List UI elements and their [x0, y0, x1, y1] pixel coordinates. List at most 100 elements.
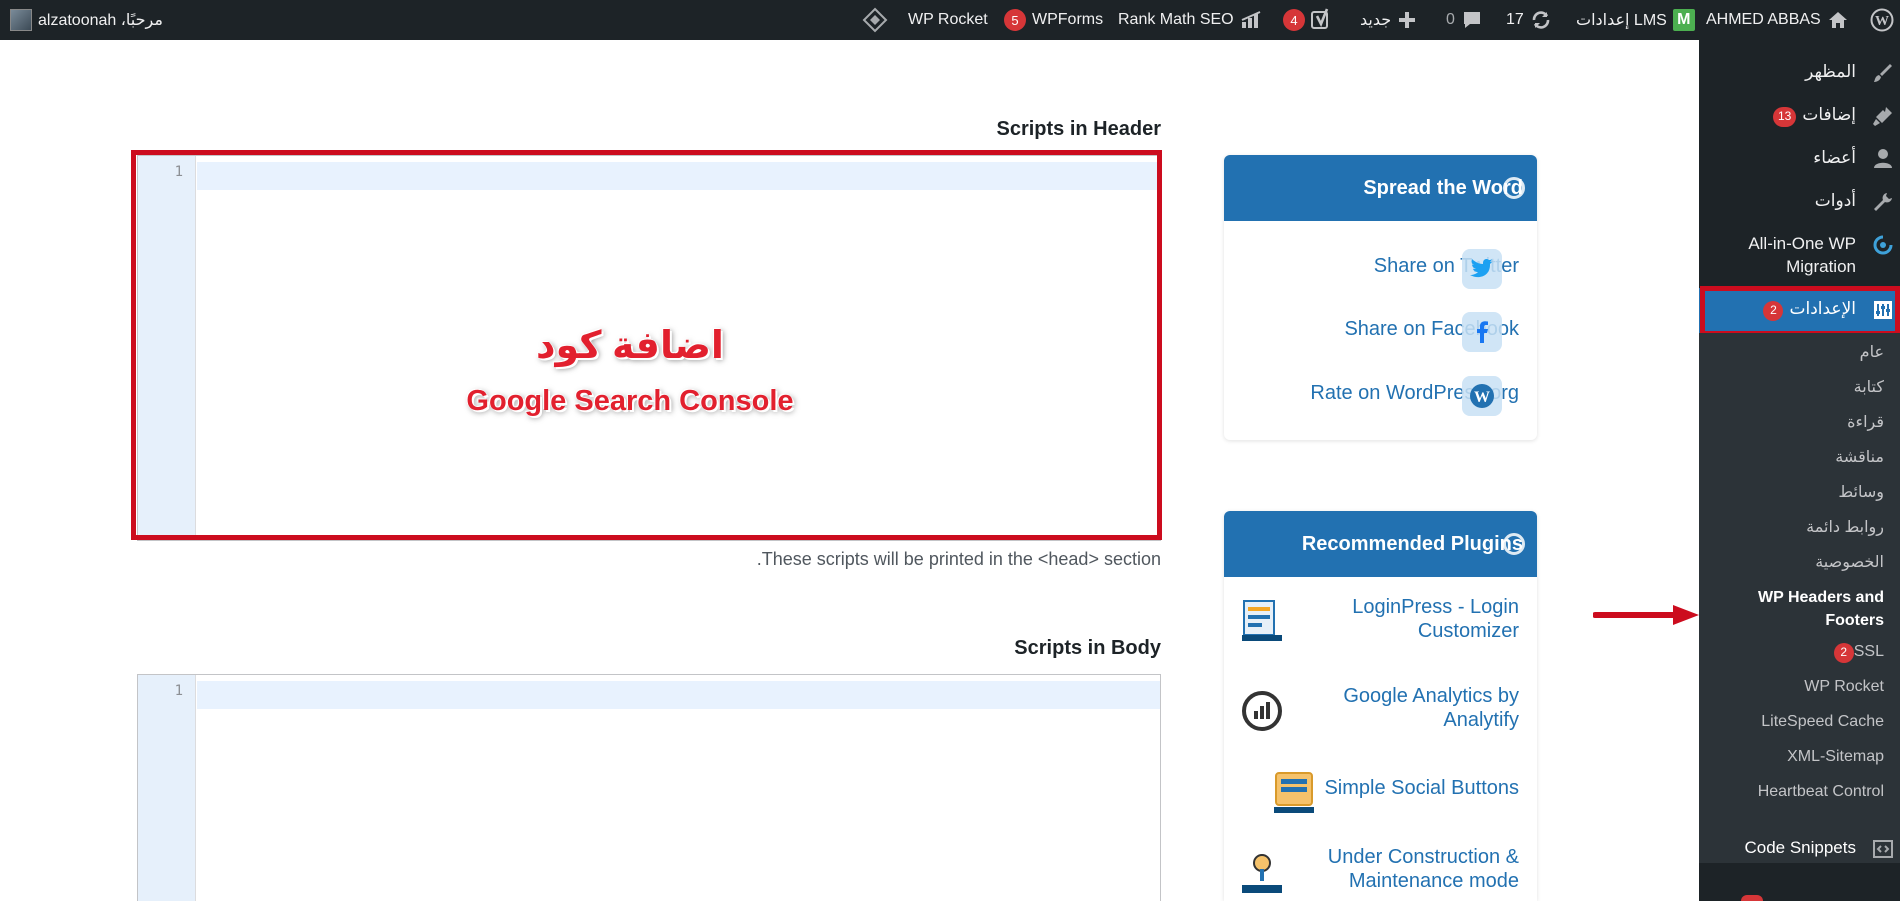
line-number: 1 — [174, 683, 183, 699]
sidebar-item-label: أعضاء — [1813, 148, 1856, 167]
migration-icon — [1866, 232, 1900, 256]
yoast-menu[interactable]: 4 — [1283, 0, 1331, 40]
main-content: Scripts in Header 1 اضافة كود Google Sea… — [0, 40, 1699, 901]
wprocket-label: WP Rocket — [908, 11, 988, 28]
ssl-count-badge: 2 — [1833, 642, 1854, 663]
lms-settings-label: إعدادات LMS — [1576, 12, 1667, 29]
recommended-box-header: Recommended Plugins — [1224, 511, 1537, 577]
sidebar-item-label: أدوات — [1814, 191, 1856, 210]
recommended-box-title: Recommended Plugins — [1301, 532, 1523, 555]
social-buttons-logo-icon — [1272, 771, 1316, 815]
rankmath-icon — [1241, 11, 1261, 28]
rankmath-menu[interactable]: Rank Math SEO — [1118, 0, 1266, 40]
sidebar-next-item-partial — [1699, 893, 1900, 901]
wordpress-logo-icon[interactable]: W — [1870, 0, 1894, 40]
paintbrush-icon — [1866, 60, 1900, 84]
body-scripts-editor[interactable]: 1 — [137, 674, 1161, 901]
ssl-label: SSL — [1853, 643, 1884, 660]
admin-bar: W AHMED ABBAS إعدادات LMS M 17 0 جديد 4 … — [0, 0, 1900, 40]
new-content-link[interactable]: جديد — [1360, 0, 1417, 40]
wpforms-label: WPForms — [1032, 11, 1104, 28]
body-editor-gutter: 1 — [138, 675, 196, 901]
yoast-count-badge: 4 — [1283, 9, 1305, 31]
svg-text:W: W — [1474, 389, 1490, 406]
sidebar-item-users[interactable]: أعضاء — [1699, 146, 1900, 170]
loginpress-logo-icon — [1240, 599, 1284, 643]
plugin-simple-social-buttons-link[interactable]: Simple Social Buttons — [1319, 776, 1519, 800]
rankmath-label: Rank Math SEO — [1118, 11, 1234, 28]
spread-box-title: Spread the Word — [1363, 176, 1523, 199]
lms-settings-link[interactable]: إعدادات LMS M — [1576, 0, 1695, 40]
sidebar-item-appearance[interactable]: المظهر — [1699, 60, 1900, 84]
submenu-litespeed-cache[interactable]: LiteSpeed Cache — [1761, 710, 1884, 733]
comments-count: 0 — [1446, 11, 1455, 28]
submenu-permalinks[interactable]: روابط دائمة — [1806, 516, 1884, 539]
active-line-highlight — [197, 681, 1160, 709]
settings-highlight-box — [1700, 286, 1900, 336]
sidebar-item-tools[interactable]: أدوات — [1699, 189, 1900, 213]
plugin-loginpress-link[interactable]: LoginPress - Login Customizer — [1339, 595, 1519, 643]
lms-icon: M — [1672, 9, 1695, 31]
header-scripts-description: These scripts will be printed in the <he… — [756, 549, 1161, 569]
twitter-icon — [1462, 249, 1502, 289]
spread-the-word-box: Spread the Word Share on Twitter Share o… — [1224, 155, 1537, 440]
recommended-plugins-box: Recommended Plugins LoginPress - Login C… — [1224, 511, 1537, 901]
sidebar-item-label: Code Snippets — [1744, 838, 1856, 857]
refresh-icon — [1532, 11, 1550, 29]
submenu-general[interactable]: عام — [1860, 341, 1884, 364]
settings-submenu: عام كتابة قراءة مناقشة وسائط روابط دائمة… — [1699, 333, 1900, 863]
submenu-wp-rocket[interactable]: WP Rocket — [1804, 675, 1884, 698]
avatar — [10, 9, 32, 31]
sidebar-item-label: إضافات 13 — [1772, 103, 1866, 127]
submenu-writing[interactable]: كتابة — [1854, 376, 1884, 399]
sidebar-item-code-snippets[interactable]: Code Snippets — [1699, 836, 1900, 860]
plus-icon — [1399, 12, 1416, 28]
wpforms-count-badge: 5 — [1004, 9, 1026, 31]
submenu-wp-headers-footers[interactable]: WP Headers and Footers — [1734, 586, 1884, 632]
wpforms-menu[interactable]: 5 WPForms — [1004, 0, 1103, 40]
greeting-label: مرحبًا، alzatoonah — [38, 12, 163, 29]
spread-box-header: Spread the Word — [1224, 155, 1537, 221]
submenu-privacy[interactable]: الخصوصية — [1815, 551, 1884, 574]
overlay-english-caption: Google Search Console — [466, 385, 794, 417]
new-label: جديد — [1360, 12, 1392, 29]
sidebar-item-migration[interactable]: All-in-One WP Migration — [1699, 232, 1900, 278]
plugin-under-construction-link[interactable]: Under Construction & Maintenance mode — [1299, 845, 1519, 893]
submenu-xml-sitemap[interactable]: XML-Sitemap — [1787, 745, 1884, 768]
account-menu[interactable]: مرحبًا، alzatoonah — [10, 0, 163, 40]
annotation-arrow — [1592, 603, 1699, 627]
header-scripts-title: Scripts in Header — [996, 118, 1161, 140]
submenu-heartbeat-control[interactable]: Heartbeat Control — [1758, 780, 1884, 803]
plugins-label: إضافات — [1802, 105, 1856, 124]
user-icon — [1866, 146, 1900, 170]
submenu-discussion[interactable]: مناقشة — [1835, 446, 1884, 469]
share-icon — [1503, 177, 1525, 199]
site-name-link[interactable]: AHMED ABBAS — [1706, 0, 1849, 40]
updates-link[interactable]: 17 — [1506, 0, 1552, 40]
partial-badge — [1741, 895, 1763, 901]
wprocket-icon — [862, 7, 888, 33]
yoast-icon — [1311, 8, 1329, 29]
site-name: AHMED ABBAS — [1706, 11, 1821, 28]
wordpress-icon: W — [1462, 376, 1502, 416]
svg-text:W: W — [1875, 14, 1889, 29]
wrench-icon — [1866, 189, 1900, 213]
plugin-analytify-link[interactable]: Google Analytics by Analytify — [1319, 684, 1519, 732]
submenu-reading[interactable]: قراءة — [1847, 411, 1884, 434]
home-icon — [1828, 12, 1847, 28]
plugin-icon — [1866, 103, 1900, 127]
submenu-ssl[interactable]: 2 SSL — [1830, 640, 1884, 663]
wprocket-menu[interactable]: WP Rocket — [862, 0, 988, 40]
overlay-arabic-caption: اضافة كود — [536, 325, 724, 367]
updates-count: 17 — [1506, 11, 1524, 28]
sidebar-item-label: المظهر — [1805, 62, 1856, 81]
submenu-media[interactable]: وسائط — [1838, 481, 1884, 504]
body-scripts-title: Scripts in Body — [1014, 637, 1161, 659]
plugin-circle-icon — [1503, 533, 1525, 555]
sidebar-item-label: All-in-One WP Migration — [1748, 234, 1856, 276]
sidebar-item-plugins[interactable]: إضافات 13 — [1699, 103, 1900, 127]
comments-link[interactable]: 0 — [1446, 0, 1483, 40]
under-construction-logo-icon — [1240, 851, 1284, 895]
facebook-icon — [1462, 312, 1502, 352]
admin-sidebar: المظهر إضافات 13 أعضاء أدوات All-in-One W… — [1699, 40, 1900, 901]
